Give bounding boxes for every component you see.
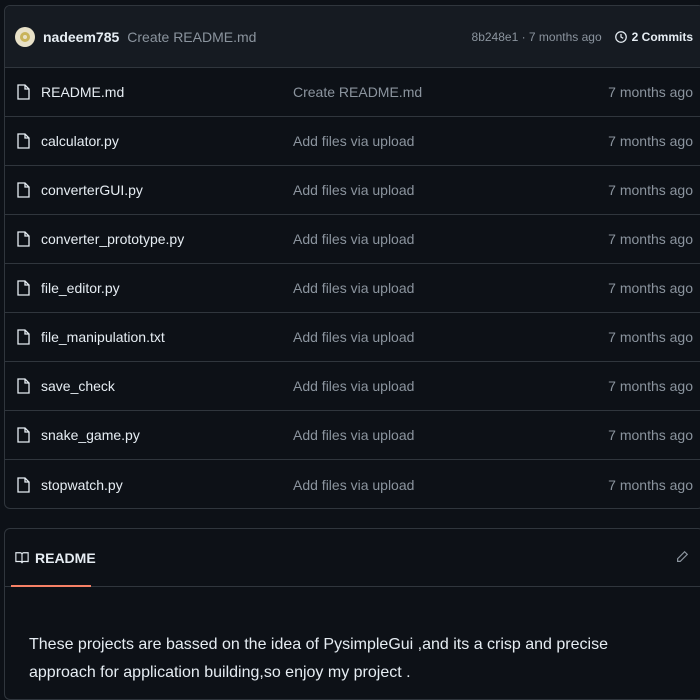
file-name-link[interactable]: file_manipulation.txt (41, 329, 293, 345)
file-commit-message[interactable]: Add files via upload (293, 133, 608, 149)
file-icon (17, 133, 31, 149)
readme-tab-label: README (35, 549, 96, 566)
file-icon (17, 427, 31, 443)
file-name-link[interactable]: save_check (41, 378, 293, 394)
file-age: 7 months ago (608, 427, 693, 443)
file-name-link[interactable]: stopwatch.py (41, 477, 293, 493)
file-icon (17, 329, 31, 345)
file-row[interactable]: save_check Add files via upload 7 months a… (5, 362, 700, 411)
file-commit-message[interactable]: Create README.md (293, 84, 608, 100)
file-rows: README.md Create README.md 7 months ago cal… (5, 68, 700, 508)
file-commit-message[interactable]: Add files via upload (293, 329, 608, 345)
file-name-link[interactable]: calculator.py (41, 133, 293, 149)
file-age: 7 months ago (608, 329, 693, 345)
edit-readme-button[interactable] (675, 550, 689, 564)
file-commit-message[interactable]: Add files via upload (293, 280, 608, 296)
file-commit-message[interactable]: Add files via upload (293, 378, 608, 394)
file-name-link[interactable]: snake_game.py (41, 427, 293, 443)
commits-label: 2 Commits (631, 29, 693, 44)
file-commit-message[interactable]: Add files via upload (293, 182, 608, 198)
file-name-link[interactable]: converterGUI.py (41, 182, 293, 198)
history-icon (614, 30, 627, 43)
file-age: 7 months ago (608, 182, 693, 198)
file-row[interactable]: file_editor.py Add files via upload 7 mont… (5, 264, 700, 313)
file-icon (17, 280, 31, 296)
active-tab-indicator (11, 585, 91, 587)
file-icon (17, 378, 31, 394)
file-list-box: nadeem785 Create README.md 8b248e1 · 7 m… (4, 5, 700, 509)
file-age: 7 months ago (608, 231, 693, 247)
pencil-icon (677, 550, 689, 562)
file-age: 7 months ago (608, 84, 693, 100)
file-icon (17, 182, 31, 198)
file-age: 7 months ago (608, 280, 693, 296)
readme-content: These projects are bassed on the idea of… (29, 636, 608, 681)
latest-commit-header: nadeem785 Create README.md 8b248e1 · 7 m… (5, 6, 700, 68)
readme-tab[interactable]: README (15, 550, 96, 566)
file-age: 7 months ago (608, 378, 693, 394)
file-commit-message[interactable]: Add files via upload (293, 427, 608, 443)
commits-link[interactable]: 2 Commits (614, 30, 693, 44)
file-row[interactable]: README.md Create README.md 7 months ago (5, 68, 700, 117)
file-name-link[interactable]: file_editor.py (41, 280, 293, 296)
file-row[interactable]: file_manipulation.txt Add files via uploa… (5, 313, 700, 362)
file-icon (17, 476, 31, 493)
file-age: 7 months ago (608, 133, 693, 149)
file-age: 7 months ago (608, 476, 693, 493)
file-name-link[interactable]: converter_prototype.py (41, 231, 293, 247)
file-icon (17, 231, 31, 247)
readme-box: README These projects are bassed on the … (4, 528, 700, 700)
file-row[interactable]: stopwatch.py Add files via upload 7 months… (5, 460, 700, 508)
file-row[interactable]: converter_prototype.py Add files via uplo… (5, 215, 700, 264)
file-row[interactable]: converterGUI.py Add files via upload 7 mon… (5, 166, 700, 215)
avatar[interactable] (15, 26, 35, 47)
commit-meta[interactable]: 8b248e1 · 7 months ago (472, 30, 602, 44)
commit-message[interactable]: Create README.md (127, 29, 256, 45)
file-name-link[interactable]: README.md (41, 84, 293, 100)
file-icon (17, 84, 31, 100)
readme-header: README (5, 529, 700, 587)
file-row[interactable]: snake_game.py Add files via upload 7 month… (5, 411, 700, 460)
file-commit-message[interactable]: Add files via upload (293, 477, 608, 493)
book-icon (15, 551, 29, 563)
file-row[interactable]: calculator.py Add files via upload 7 month… (5, 117, 700, 166)
commit-author[interactable]: nadeem785 (43, 29, 119, 45)
file-commit-message[interactable]: Add files via upload (293, 231, 608, 247)
